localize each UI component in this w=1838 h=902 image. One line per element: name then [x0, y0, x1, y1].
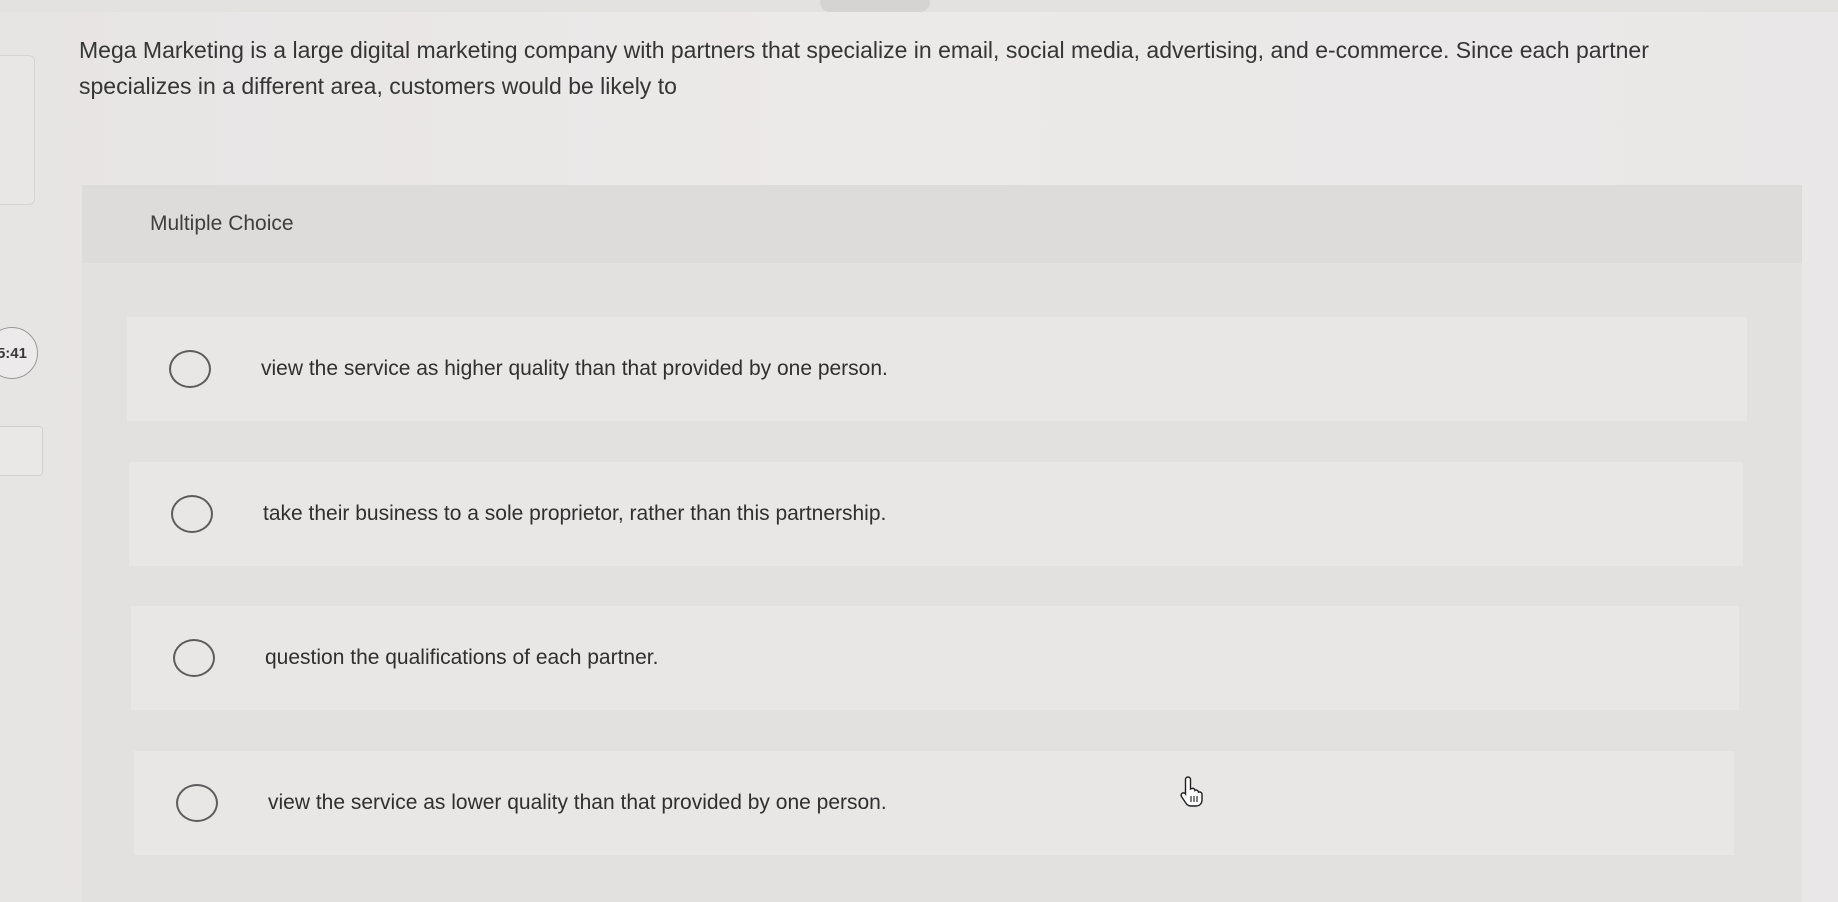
- timer-badge[interactable]: 5:41: [0, 327, 38, 379]
- radio-unselected-icon[interactable]: [176, 784, 218, 822]
- multiple-choice-header: Multiple Choice: [82, 185, 1802, 263]
- answer-option-label: question the qualifications of each part…: [265, 646, 659, 669]
- side-collapse-button[interactable]: [0, 426, 43, 476]
- timer-text: 5:41: [0, 344, 27, 362]
- hand-pointer-icon: [1180, 776, 1203, 807]
- radio-unselected-icon[interactable]: [171, 495, 213, 533]
- answer-option-label: view the service as higher quality than …: [261, 357, 888, 380]
- answer-option-label: take their business to a sole proprietor…: [263, 502, 887, 525]
- answer-option-4[interactable]: view the service as lower quality than t…: [134, 751, 1734, 855]
- question-text: Mega Marketing is a large digital market…: [79, 37, 1649, 99]
- answer-option-2[interactable]: take their business to a sole proprietor…: [129, 462, 1743, 566]
- answer-option-3[interactable]: question the qualifications of each part…: [131, 606, 1739, 710]
- radio-unselected-icon[interactable]: [169, 350, 211, 388]
- answer-option-label: view the service as lower quality than t…: [268, 791, 887, 814]
- top-bar: [0, 0, 1838, 12]
- multiple-choice-panel: Multiple Choice view the service as high…: [82, 185, 1802, 902]
- answer-option-1[interactable]: view the service as higher quality than …: [127, 317, 1747, 421]
- left-side-panel: [0, 55, 35, 205]
- quiz-page: 5:41 Mega Marketing is a large digital m…: [0, 0, 1838, 902]
- top-tab[interactable]: [820, 0, 930, 12]
- radio-unselected-icon[interactable]: [173, 639, 215, 677]
